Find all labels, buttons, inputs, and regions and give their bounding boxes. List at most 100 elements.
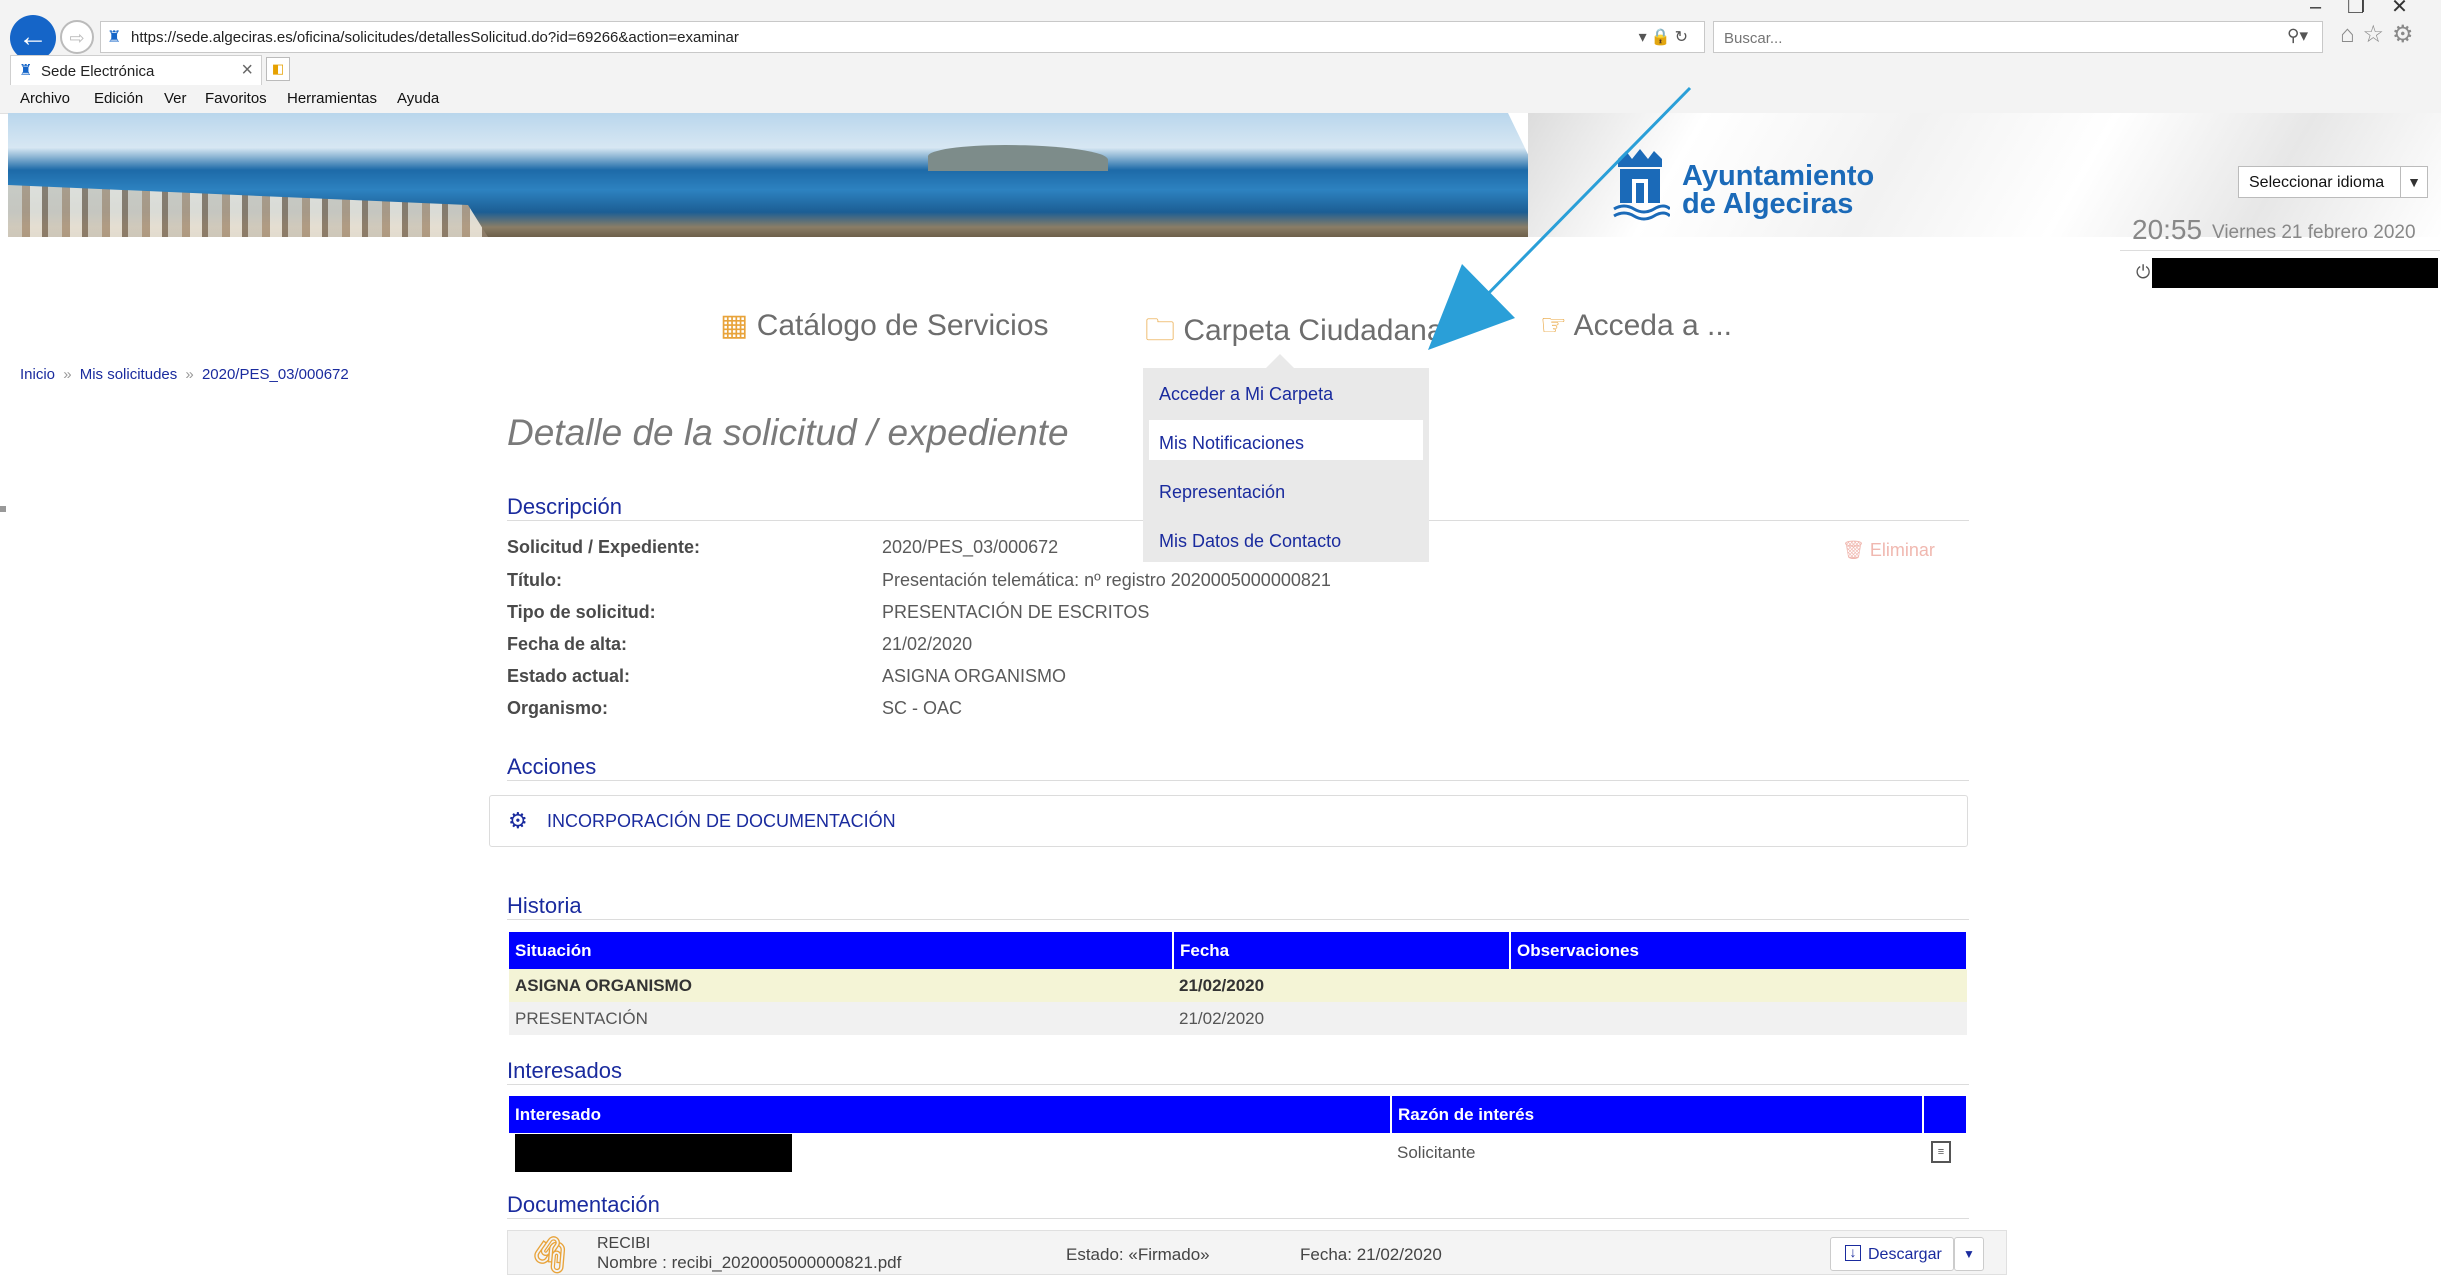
browser-search-box[interactable]: ⚲▾ xyxy=(1713,21,2323,53)
cell-situacion: ASIGNA ORGANISMO xyxy=(509,969,1173,1002)
value-titulo: Presentación telemática: nº registro 202… xyxy=(882,570,1331,590)
section-title-acciones: Acciones xyxy=(507,754,597,779)
algeciras-logo-icon[interactable] xyxy=(1610,145,1672,225)
divider xyxy=(507,919,1969,920)
trash-icon: 🗑 xyxy=(1842,540,1865,560)
download-label: Descargar xyxy=(1868,1246,1942,1263)
gear-icon[interactable]: ⚙ xyxy=(2392,21,2422,48)
gear-icon: ⚙ xyxy=(508,808,528,833)
document-estado: Estado: «Firmado» xyxy=(1066,1245,1210,1264)
nav-acceda-label: Acceda a ... xyxy=(1573,309,1733,342)
nav-catalogo-servicios[interactable]: ▦ Catálogo de Servicios xyxy=(720,308,1049,343)
divider xyxy=(2120,250,2440,251)
label-titulo: Título: xyxy=(507,570,562,590)
breadcrumb-inicio[interactable]: Inicio xyxy=(20,366,55,383)
browser-toolbar-icons[interactable]: ⌂☆⚙ xyxy=(2340,20,2422,49)
breadcrumb-current[interactable]: 2020/PES_03/000672 xyxy=(202,366,349,383)
nav-carpeta-label: Carpeta Ciudadana xyxy=(1183,314,1444,347)
home-icon[interactable]: ⌂ xyxy=(2340,21,2363,48)
address-controls[interactable]: ▾🔒↻ xyxy=(1639,27,1692,47)
document-icon[interactable]: ≡ xyxy=(1931,1141,1951,1163)
site-favicon-icon: ♜ xyxy=(107,29,122,46)
divider xyxy=(507,1084,1969,1085)
cell-situacion: PRESENTACIÓN xyxy=(509,1002,1173,1035)
browser-tab-active[interactable]: ♜ Sede Electrónica × xyxy=(10,55,262,85)
breadcrumb-separator: » xyxy=(185,366,194,383)
menu-edicion[interactable]: Edición xyxy=(94,90,143,107)
language-select[interactable]: Seleccionar idioma ▼ xyxy=(2238,166,2428,198)
pointing-hand-icon: ☞ xyxy=(1540,309,1567,342)
download-button[interactable]: ↓ Descargar xyxy=(1830,1237,1954,1271)
clock-date: Viernes 21 febrero 2020 xyxy=(2212,222,2416,243)
search-icon[interactable]: ⚲▾ xyxy=(2287,26,2308,46)
folder-icon: 🗀 xyxy=(1145,314,1175,347)
action-incorporacion-documentacion[interactable]: ⚙ INCORPORACIÓN DE DOCUMENTACIÓN xyxy=(489,795,1968,847)
tab-strip xyxy=(0,55,2441,85)
label-fecha-alta: Fecha de alta: xyxy=(507,634,628,654)
delete-button[interactable]: 🗑 Eliminar xyxy=(1842,540,1935,561)
browser-search-input[interactable] xyxy=(1722,26,2246,50)
page-title: Detalle de la solicitud / expediente xyxy=(507,412,1069,453)
minimize-icon[interactable]: – xyxy=(2310,0,2347,18)
menu-archivo[interactable]: Archivo xyxy=(20,90,70,107)
document-fecha: Fecha: 21/02/2020 xyxy=(1300,1245,1442,1264)
user-name-redacted xyxy=(2152,258,2438,288)
nav-acceda[interactable]: ☞ Acceda a ... xyxy=(1540,308,1732,343)
divider xyxy=(507,780,1969,781)
menu-ver[interactable]: Ver xyxy=(164,90,187,107)
col-situacion[interactable]: Situación xyxy=(509,932,1174,969)
window-controls[interactable]: –❐✕ xyxy=(2310,0,2434,19)
dropdown-item-representacion[interactable]: Representación xyxy=(1143,469,1429,509)
document-name: RECIBI xyxy=(597,1235,651,1252)
label-solicitud: Solicitud / Expediente: xyxy=(507,537,701,557)
interesado-name-redacted xyxy=(515,1134,792,1172)
close-window-icon[interactable]: ✕ xyxy=(2391,0,2434,18)
logo-text-line2[interactable]: de Algeciras xyxy=(1682,188,1853,221)
value-organismo: SC - OAC xyxy=(882,698,963,718)
breadcrumb-mis-solicitudes[interactable]: Mis solicitudes xyxy=(80,366,178,383)
download-icon: ↓ xyxy=(1845,1245,1861,1261)
menu-herramientas[interactable]: Herramientas xyxy=(287,90,377,107)
section-title-documentacion: Documentación xyxy=(507,1192,660,1217)
browser-menubar: Archivo Edición Ver Favoritos Herramient… xyxy=(0,85,2441,114)
dropdown-item-datos-contacto[interactable]: Mis Datos de Contacto xyxy=(1143,518,1429,558)
col-fecha[interactable]: Fecha xyxy=(1173,932,1511,969)
dropdown-pointer xyxy=(1266,354,1294,368)
favorites-star-icon[interactable]: ☆ xyxy=(2363,21,2393,48)
section-title-descripcion: Descripción xyxy=(507,494,622,519)
col-razon[interactable]: Razón de interés xyxy=(1391,1096,1924,1133)
col-actions xyxy=(1923,1096,1968,1133)
section-title-historia: Historia xyxy=(507,893,582,918)
language-select-label: Seleccionar idioma xyxy=(2249,174,2385,191)
banner-rock xyxy=(928,145,1108,171)
col-observaciones[interactable]: Observaciones xyxy=(1510,932,1968,969)
table-row: ASIGNA ORGANISMO 21/02/2020 xyxy=(509,969,1967,1002)
restore-icon[interactable]: ❐ xyxy=(2347,0,2391,18)
page-marker xyxy=(0,506,6,512)
divider xyxy=(507,1218,1969,1219)
nav-catalogo-label: Catálogo de Servicios xyxy=(756,309,1049,342)
tab-close-icon[interactable]: × xyxy=(241,59,253,82)
breadcrumb: Inicio » Mis solicitudes » 2020/PES_03/0… xyxy=(20,366,349,383)
menu-ayuda[interactable]: Ayuda xyxy=(397,90,439,107)
col-interesado[interactable]: Interesado xyxy=(509,1096,1392,1133)
tab-favicon-icon: ♜ xyxy=(19,62,33,79)
address-bar[interactable]: ♜ https://sede.algeciras.es/oficina/soli… xyxy=(100,21,1705,53)
dropdown-item-notificaciones[interactable]: Mis Notificaciones xyxy=(1149,420,1423,460)
label-estado: Estado actual: xyxy=(507,666,631,686)
value-estado: ASIGNA ORGANISMO xyxy=(882,666,1067,686)
nav-carpeta-ciudadana[interactable]: 🗀 Carpeta Ciudadana xyxy=(1145,308,1444,359)
cell-fecha: 21/02/2020 xyxy=(1173,1002,1510,1035)
cell-fecha: 21/02/2020 xyxy=(1173,969,1510,1002)
cell-observaciones xyxy=(1510,1002,1967,1035)
new-tab-button[interactable]: ◧ xyxy=(266,57,290,81)
download-options-button[interactable]: ▼ xyxy=(1954,1237,1984,1271)
site-banner xyxy=(8,113,2441,237)
value-tipo: PRESENTACIÓN DE ESCRITOS xyxy=(882,602,1150,622)
dropdown-item-acceder-carpeta[interactable]: Acceder a Mi Carpeta xyxy=(1143,371,1429,411)
menu-favoritos[interactable]: Favoritos xyxy=(205,90,267,107)
power-icon[interactable]: ⏻ xyxy=(2136,262,2150,283)
cell-razon: Solicitante xyxy=(1397,1143,1476,1162)
label-tipo: Tipo de solicitud: xyxy=(507,602,656,622)
forward-button[interactable]: ⇨ xyxy=(60,20,94,54)
